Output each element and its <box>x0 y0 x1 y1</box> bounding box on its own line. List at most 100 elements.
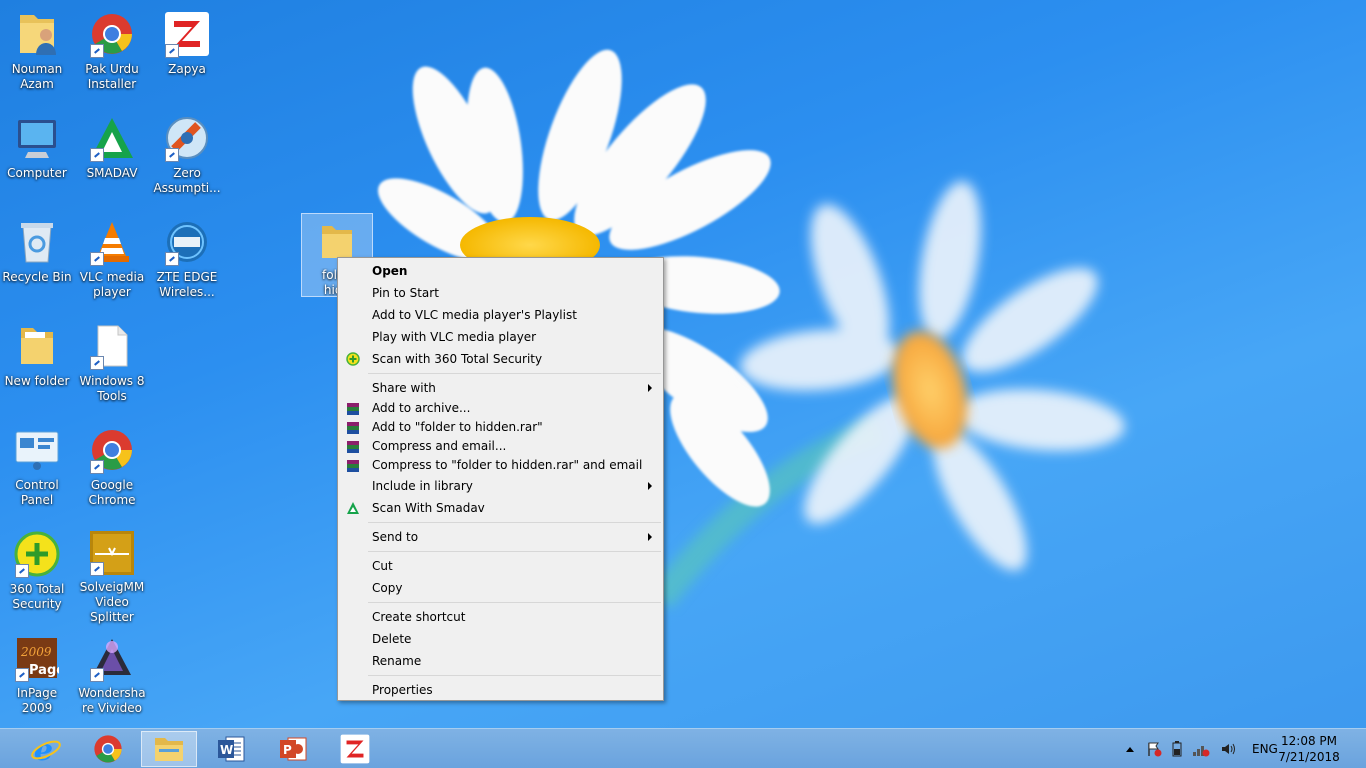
shortcut-arrow-icon <box>165 252 179 266</box>
system-tray: ENG <box>1126 729 1278 768</box>
icon-label: ZTE EDGE Wireles... <box>156 270 218 299</box>
menu-item-share-with[interactable]: Share with <box>338 377 663 399</box>
desktop-icon-inpage-2009[interactable]: 2009 Page InPage 2009 <box>1 628 73 724</box>
submenu-arrow-icon <box>648 384 652 392</box>
menu-item-send-to[interactable]: Send to <box>338 526 663 548</box>
icon-label: VLC media player <box>79 270 145 299</box>
submenu-arrow-icon <box>648 533 652 541</box>
menu-item-compress-to-rar-and-email[interactable]: Compress to "folder to hidden.rar" and e… <box>338 456 663 475</box>
menu-item-open[interactable]: Open <box>338 260 663 282</box>
shortcut-arrow-icon <box>15 564 29 578</box>
taskbar-internet-explorer[interactable]: e <box>18 731 74 767</box>
menu-item-copy[interactable]: Copy <box>338 577 663 599</box>
wondershare-icon <box>88 634 136 682</box>
chrome-icon <box>88 10 136 58</box>
zapya-icon <box>340 734 370 764</box>
menu-item-add-to-archive[interactable]: Add to archive... <box>338 399 663 418</box>
desktop-icon-wondershare-vivideo[interactable]: Wondershare Vivideo <box>76 628 148 724</box>
360-security-icon <box>345 351 361 367</box>
menu-item-create-shortcut[interactable]: Create shortcut <box>338 606 663 628</box>
context-menu: Open Pin to Start Add to VLC media playe… <box>337 257 664 701</box>
desktop-icon-zte-edge-wireless[interactable]: ZTE EDGE Wireles... <box>151 212 223 308</box>
icon-label: Control Panel <box>15 478 59 507</box>
volume-icon[interactable] <box>1220 741 1236 757</box>
menu-item-rename[interactable]: Rename <box>338 650 663 672</box>
icon-label: Windows 8 Tools <box>79 374 145 403</box>
computer-icon <box>13 114 61 162</box>
menu-item-include-in-library[interactable]: Include in library <box>338 475 663 497</box>
svg-text:W: W <box>220 743 233 757</box>
icon-label: Wondershare Vivideo <box>78 686 146 715</box>
menu-item-properties[interactable]: Properties <box>338 679 663 701</box>
taskbar-file-explorer[interactable] <box>141 731 197 767</box>
taskbar: e W P ENG 12:08 PM 7/21/2018 <box>0 728 1366 768</box>
shortcut-arrow-icon <box>165 148 179 162</box>
icon-label: SMADAV <box>86 166 138 180</box>
desktop-icon-windows-8-tools[interactable]: Windows 8 Tools <box>76 316 148 412</box>
chrome-icon <box>94 735 122 763</box>
chrome-icon <box>88 426 136 474</box>
desktop-icon-zero-assumption[interactable]: Zero Assumpti... <box>151 108 223 204</box>
menu-item-add-to-vlc-playlist[interactable]: Add to VLC media player's Playlist <box>338 304 663 326</box>
menu-item-add-to-rar[interactable]: Add to "folder to hidden.rar" <box>338 418 663 437</box>
battery-icon[interactable] <box>1172 741 1182 757</box>
recycle-bin-icon <box>13 218 61 266</box>
desktop-icon-google-chrome[interactable]: Google Chrome <box>76 420 148 516</box>
file-icon <box>88 322 136 370</box>
desktop-icon-360-total-security[interactable]: 360 Total Security <box>1 524 73 620</box>
menu-separator <box>368 602 661 603</box>
icon-label: InPage 2009 <box>16 686 58 715</box>
icon-label: Zero Assumpti... <box>153 166 221 195</box>
powerpoint-icon: P <box>280 737 307 761</box>
zero-assumption-icon <box>163 114 211 162</box>
icon-label: Pak Urdu Installer <box>85 62 139 91</box>
shortcut-arrow-icon <box>165 44 179 58</box>
desktop-icon-nouman-azam[interactable]: Nouman Azam <box>1 4 73 100</box>
video-splitter-icon <box>88 530 136 576</box>
shortcut-arrow-icon <box>90 562 104 576</box>
menu-item-pin-to-start[interactable]: Pin to Start <box>338 282 663 304</box>
internet-explorer-icon: e <box>31 733 61 765</box>
menu-separator <box>368 551 661 552</box>
shortcut-arrow-icon <box>90 252 104 266</box>
desktop-icon-new-folder[interactable]: New folder <box>1 316 73 412</box>
action-center-flag-icon[interactable] <box>1146 741 1162 757</box>
shortcut-arrow-icon <box>90 668 104 682</box>
desktop-icon-recycle-bin[interactable]: Recycle Bin <box>1 212 73 308</box>
menu-item-compress-and-email[interactable]: Compress and email... <box>338 437 663 456</box>
menu-item-play-with-vlc[interactable]: Play with VLC media player <box>338 326 663 348</box>
desktop-icon-control-panel[interactable]: Control Panel <box>1 420 73 516</box>
desktop-icon-computer[interactable]: Computer <box>1 108 73 204</box>
icon-label: Google Chrome <box>88 478 136 507</box>
menu-item-delete[interactable]: Delete <box>338 628 663 650</box>
menu-item-cut[interactable]: Cut <box>338 555 663 577</box>
360-security-icon <box>13 530 61 578</box>
icon-label: Computer <box>7 166 67 180</box>
desktop-icon-pak-urdu-installer[interactable]: Pak Urdu Installer <box>76 4 148 100</box>
winrar-icon <box>345 420 361 436</box>
word-icon: W <box>218 736 245 762</box>
clock-date: 7/21/2018 <box>1278 750 1340 764</box>
desktop-icon-zapya[interactable]: Zapya <box>151 4 223 100</box>
taskbar-zapya[interactable] <box>327 731 383 767</box>
menu-separator <box>368 373 661 374</box>
winrar-icon <box>345 439 361 455</box>
smadav-icon <box>88 114 136 162</box>
network-icon[interactable] <box>1192 741 1210 757</box>
taskbar-chrome[interactable] <box>80 731 136 767</box>
desktop-icon-solveigmm-video-splitter[interactable]: SolveigMM Video Splitter <box>76 524 148 624</box>
winrar-icon <box>345 401 361 417</box>
show-hidden-icons-button[interactable] <box>1126 746 1134 752</box>
menu-item-scan-with-smadav[interactable]: Scan With Smadav <box>338 497 663 519</box>
taskbar-clock[interactable]: 12:08 PM 7/21/2018 <box>1274 733 1344 765</box>
menu-item-scan-360[interactable]: Scan with 360 Total Security <box>338 348 663 370</box>
winrar-icon <box>345 458 361 474</box>
desktop-icon-smadav[interactable]: SMADAV <box>76 108 148 204</box>
taskbar-powerpoint[interactable]: P <box>265 731 321 767</box>
svg-text:Page: Page <box>29 663 59 678</box>
taskbar-word[interactable]: W <box>203 731 259 767</box>
svg-text:P: P <box>283 743 292 757</box>
desktop-icon-vlc-media-player[interactable]: VLC media player <box>76 212 148 308</box>
zapya-icon <box>163 10 211 58</box>
icon-label: Zapya <box>168 62 206 76</box>
